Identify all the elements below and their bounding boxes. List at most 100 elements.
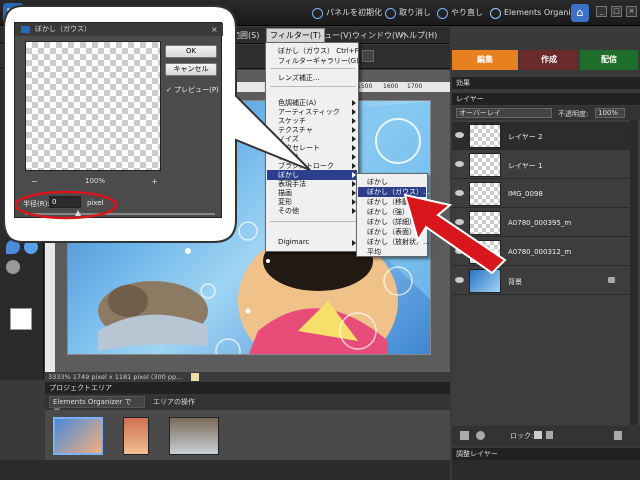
- mode-tabs: 編集 作成 配信: [452, 50, 640, 70]
- dialog-title-bar: ぼかし（ガウス）: [15, 23, 223, 36]
- blend-mode-select[interactable]: オーバーレイ: [456, 108, 552, 118]
- minimize-icon[interactable]: _: [596, 6, 607, 17]
- layers-title: レイヤー: [456, 95, 484, 103]
- layer-name: A0780_000395_m: [508, 219, 572, 227]
- project-source-select[interactable]: Elements Organizer で選...: [49, 396, 145, 416]
- opacity-label: 不透明度:: [558, 110, 589, 118]
- area-action-label: エリアの操作: [153, 398, 195, 406]
- blur-preview[interactable]: [25, 41, 161, 171]
- ruler-tick: 1500: [357, 83, 373, 90]
- layers-scrollbar[interactable]: [630, 120, 638, 425]
- zoom-value: 100%: [85, 177, 106, 185]
- preview-label: プレビュー(P): [174, 86, 219, 94]
- tab-edit-label: 編集: [477, 55, 493, 64]
- tab-create[interactable]: 作成: [520, 50, 578, 70]
- preview-checkbox[interactable]: ✓ プレビュー(P): [166, 85, 219, 95]
- menu-window[interactable]: ウィンドウ(W): [352, 30, 406, 41]
- layer-name: レイヤー 1: [508, 162, 543, 170]
- redo-button[interactable]: やり直し: [437, 6, 483, 20]
- eye-icon[interactable]: [455, 132, 464, 138]
- tab-create-label: 作成: [541, 55, 557, 64]
- project-thumbnails: [45, 410, 450, 460]
- redo-label: やり直し: [451, 8, 483, 17]
- project-thumbnail[interactable]: [169, 417, 219, 455]
- ok-button[interactable]: OK: [165, 45, 217, 58]
- layer-name: 背景: [508, 278, 522, 286]
- submenu-arrow-icon: [352, 154, 356, 160]
- lock-all-icon[interactable]: [546, 431, 553, 439]
- trash-icon[interactable]: [614, 431, 622, 440]
- submenu-arrow-icon: [352, 136, 356, 142]
- checkmark-icon: ✓: [166, 86, 172, 94]
- layer-name: A0780_000312_m: [508, 248, 572, 256]
- new-layer-icon[interactable]: [460, 431, 469, 440]
- menu-help[interactable]: ヘルプ(H): [401, 30, 437, 41]
- submenu-arrow-icon: [352, 145, 356, 151]
- layer-name: IMG_0098: [508, 190, 543, 198]
- tab-share-label: 配信: [601, 55, 617, 64]
- close-icon[interactable]: ×: [211, 25, 218, 34]
- cancel-label: キャンセル: [173, 65, 209, 73]
- layers-footer: ロック:: [452, 426, 640, 446]
- organizer-icon: [490, 7, 501, 19]
- project-thumbnail[interactable]: [123, 417, 149, 455]
- project-area-title: プロジェクトエリア: [49, 384, 112, 392]
- adjust-layer-title: 調整レイヤー: [456, 450, 498, 458]
- ruler-tick: 1700: [407, 83, 423, 90]
- status-text: 3333% 1749 pixel x 1181 pixel (300 pp...: [48, 373, 183, 381]
- opacity-input[interactable]: 100%: [595, 108, 625, 118]
- zoom-out-icon[interactable]: −: [31, 177, 38, 186]
- effects-title: 効果: [456, 79, 470, 87]
- foreground-color-swatch[interactable]: [10, 308, 32, 330]
- submenu-arrow-icon: [352, 127, 356, 133]
- gaussian-blur-dialog: ぼかし（ガウス） × OK キャンセル ✓ プレビュー(P) − 100% + …: [14, 22, 223, 218]
- submenu-arrow-icon: [352, 109, 356, 115]
- tab-share[interactable]: 配信: [580, 50, 638, 70]
- project-area-header: プロジェクトエリア: [45, 382, 450, 394]
- undo-label: 取り消し: [399, 8, 431, 17]
- right-footer: [452, 460, 640, 480]
- callout-bubble: ぼかし（ガウス） × OK キャンセル ✓ プレビュー(P) − 100% + …: [0, 0, 311, 245]
- layer-row[interactable]: レイヤー 2: [452, 122, 630, 150]
- layer-row[interactable]: レイヤー 1: [452, 151, 630, 179]
- submenu-arrow-icon: [352, 118, 356, 124]
- tab-edit[interactable]: 編集: [452, 50, 518, 70]
- zoom-in-icon[interactable]: +: [151, 177, 158, 186]
- project-thumbnail[interactable]: [53, 417, 103, 455]
- submenu-item-blur[interactable]: ぼかし: [367, 177, 388, 187]
- lock-icon: [608, 277, 615, 283]
- submenu-item-average[interactable]: 平均: [367, 247, 381, 257]
- close-icon[interactable]: ×: [626, 6, 637, 17]
- reset-panels-label: パネルを初期化: [326, 8, 382, 17]
- cancel-button[interactable]: キャンセル: [165, 63, 217, 76]
- lock-label: ロック:: [510, 432, 534, 440]
- maximize-icon[interactable]: □: [611, 6, 622, 17]
- undo-button[interactable]: 取り消し: [385, 6, 431, 20]
- layer-thumbnail: [469, 153, 501, 177]
- opacity-value: 100%: [598, 109, 619, 117]
- ok-label: OK: [185, 47, 197, 55]
- stamp-tool-icon[interactable]: [6, 260, 20, 274]
- project-toolbar: Elements Organizer で選... エリアの操作: [45, 394, 450, 416]
- menu-view[interactable]: ビュー(V): [316, 30, 352, 41]
- dialog-title: ぼかし（ガウス）: [35, 25, 91, 33]
- home-icon[interactable]: ⌂: [571, 4, 589, 22]
- layer-thumbnail: [469, 124, 501, 148]
- eye-icon[interactable]: [455, 161, 464, 167]
- layer-name: レイヤー 2: [508, 133, 543, 141]
- reset-panels-button[interactable]: パネルを初期化: [312, 6, 382, 20]
- effects-panel-header[interactable]: 効果: [452, 77, 640, 89]
- status-swatch: [191, 373, 199, 381]
- area-action-menu[interactable]: エリアの操作: [153, 397, 195, 407]
- organizer-button[interactable]: Elements Organizer: [490, 6, 583, 20]
- blend-mode-value: オーバーレイ: [459, 109, 501, 117]
- undo-icon: [385, 7, 396, 19]
- submenu-arrow-icon: [352, 163, 356, 169]
- layers-panel-header: レイヤー: [452, 93, 640, 105]
- window-controls: _ □ ×: [596, 6, 637, 17]
- lock-transparency-icon[interactable]: [534, 431, 542, 439]
- eye-icon[interactable]: [455, 277, 464, 283]
- adjust-layer-header[interactable]: 調整レイヤー: [452, 448, 640, 460]
- red-ellipse-annotation: [14, 190, 118, 220]
- adjustment-icon[interactable]: [476, 431, 485, 440]
